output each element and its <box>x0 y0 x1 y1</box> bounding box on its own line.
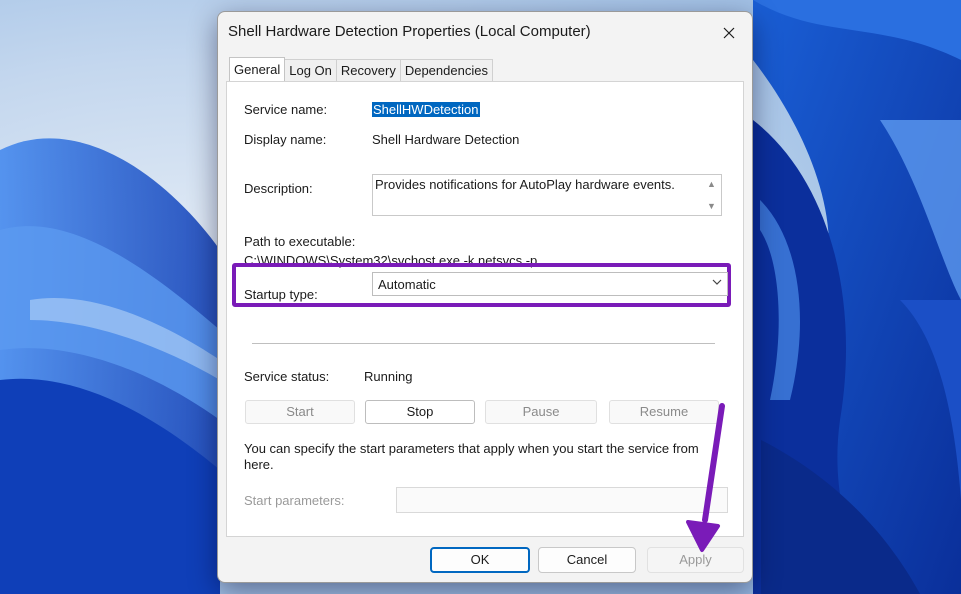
service-name-text: ShellHWDetection <box>372 102 480 117</box>
cancel-button[interactable]: Cancel <box>538 547 636 573</box>
pause-button[interactable]: Pause <box>485 400 597 424</box>
startup-type-dropdown[interactable]: Automatic <box>372 272 728 296</box>
hint-text-line1: You can specify the start parameters tha… <box>244 441 699 456</box>
start-parameters-input[interactable] <box>396 487 728 513</box>
tab-recovery[interactable]: Recovery <box>335 59 401 81</box>
general-tab-panel: Service name: ShellHWDetection Display n… <box>226 81 744 537</box>
tab-bar: General Log On Recovery Dependencies <box>229 57 493 82</box>
service-name-label: Service name: <box>244 102 328 117</box>
tab-log-on[interactable]: Log On <box>284 59 337 81</box>
startup-type-value: Automatic <box>378 277 436 292</box>
close-icon <box>723 27 735 39</box>
tab-general[interactable]: General <box>229 57 286 81</box>
service-properties-dialog: Shell Hardware Detection Properties (Loc… <box>217 11 753 583</box>
display-name-value[interactable]: Shell Hardware Detection <box>372 132 519 147</box>
startup-type-label: Startup type: <box>244 287 318 302</box>
description-text: Provides notifications for AutoPlay hard… <box>375 177 675 192</box>
description-label: Description: <box>244 181 313 196</box>
service-status-label: Service status: <box>244 369 330 384</box>
display-name-label: Display name: <box>244 132 327 147</box>
scroll-up-icon[interactable]: ▲ <box>707 179 716 189</box>
hint-text-line2: here. <box>244 457 274 472</box>
divider <box>252 343 715 344</box>
path-label: Path to executable: <box>244 234 356 249</box>
resume-button[interactable]: Resume <box>609 400 719 424</box>
apply-button[interactable]: Apply <box>647 547 744 573</box>
tab-dependencies[interactable]: Dependencies <box>399 59 493 81</box>
description-field[interactable]: Provides notifications for AutoPlay hard… <box>372 174 722 216</box>
service-status-value: Running <box>364 369 413 384</box>
stop-button[interactable]: Stop <box>365 400 475 424</box>
chevron-down-icon <box>712 276 722 290</box>
ok-button[interactable]: OK <box>430 547 530 573</box>
service-name-value[interactable]: ShellHWDetection <box>372 102 480 117</box>
scroll-down-icon[interactable]: ▼ <box>707 201 716 211</box>
start-parameters-label: Start parameters: <box>244 493 345 508</box>
description-scrollbar[interactable]: ▲ ▼ <box>703 175 721 215</box>
close-button[interactable] <box>712 18 746 48</box>
start-button[interactable]: Start <box>245 400 355 424</box>
dialog-title: Shell Hardware Detection Properties (Loc… <box>228 23 591 40</box>
